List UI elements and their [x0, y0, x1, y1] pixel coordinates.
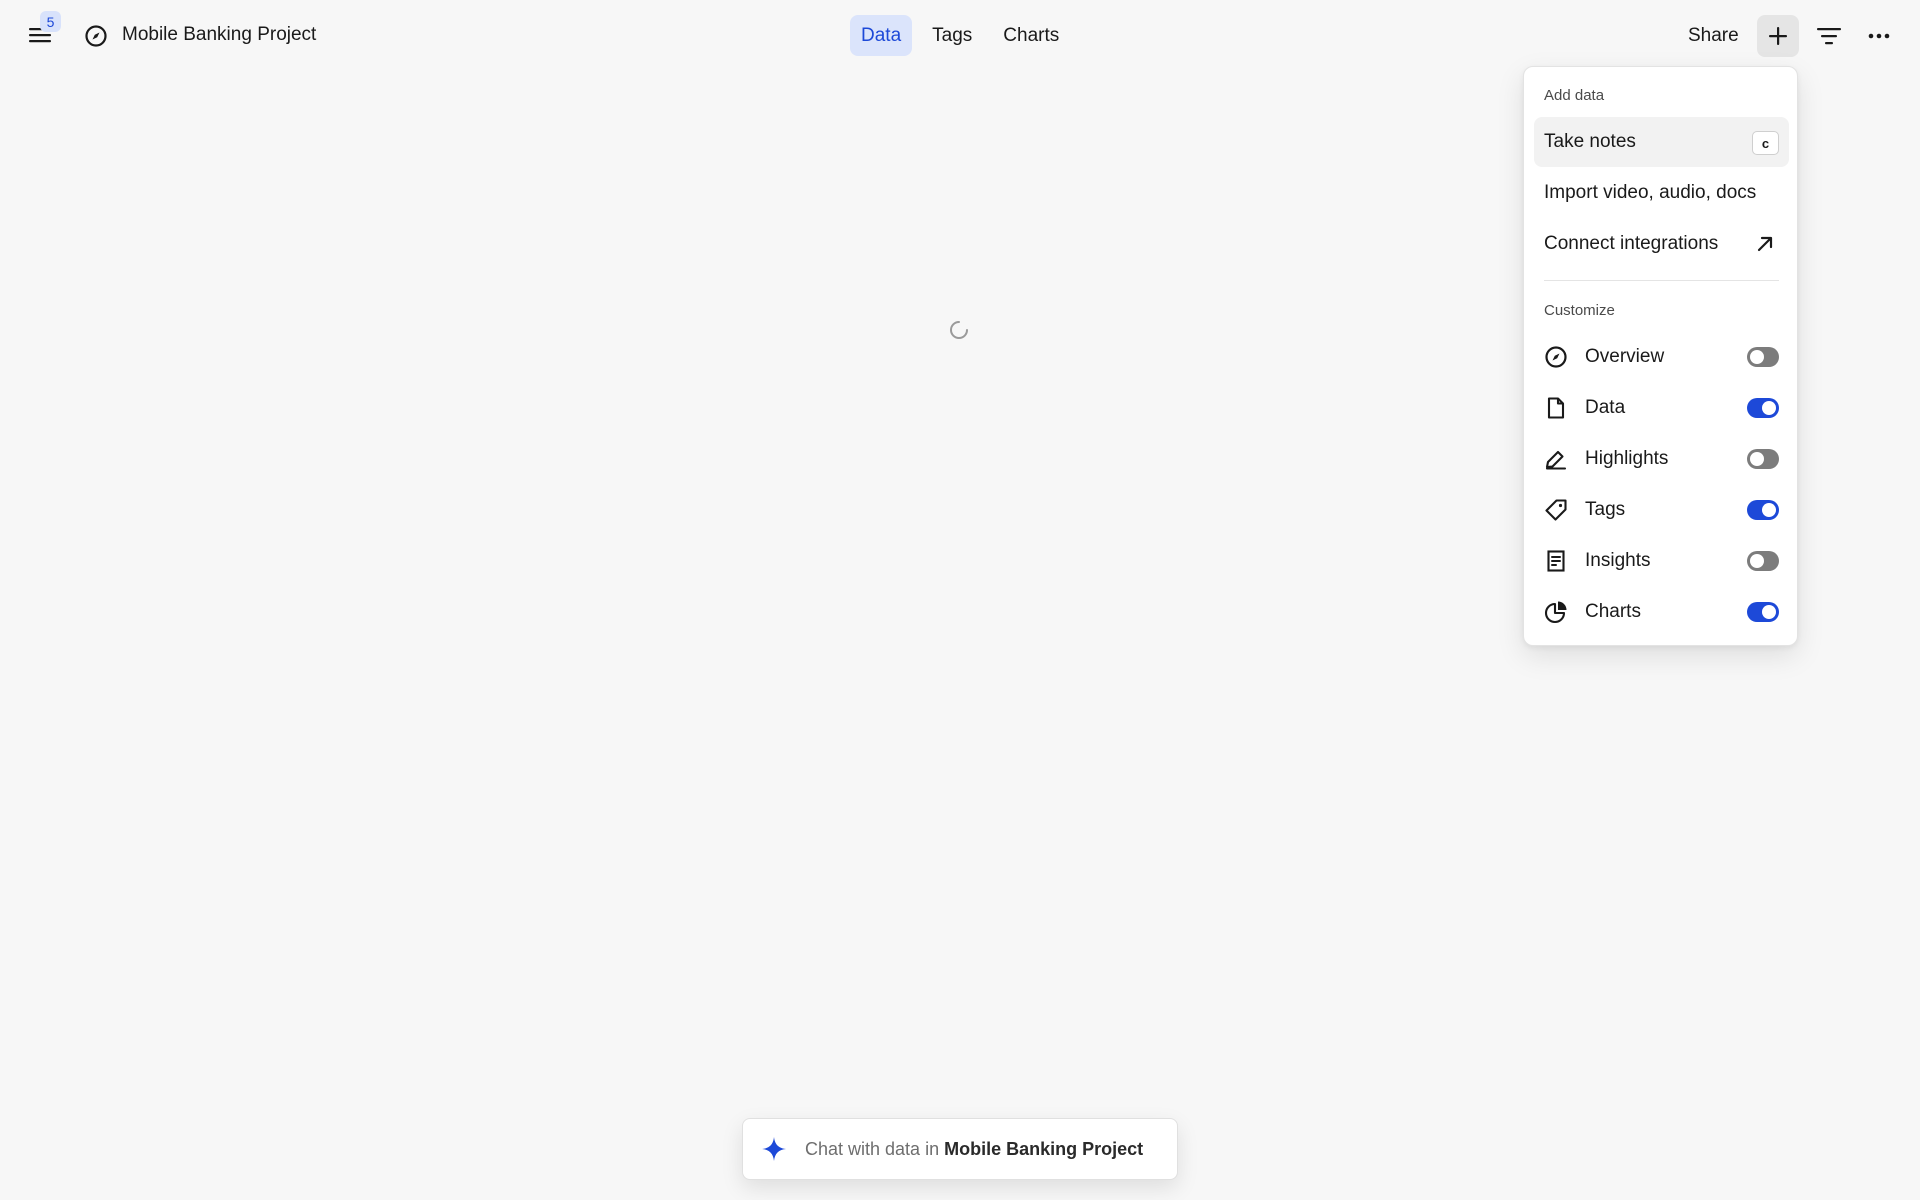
tab-tags[interactable]: Tags — [921, 15, 983, 56]
document-icon — [1544, 396, 1568, 420]
menu-divider — [1544, 280, 1779, 281]
add-data-heading: Add data — [1544, 87, 1605, 104]
charts-toggle[interactable] — [1747, 602, 1779, 622]
menu-item-label: Take notes — [1544, 131, 1636, 152]
customize-label: Overview — [1585, 346, 1665, 367]
data-toggle[interactable] — [1747, 398, 1779, 418]
plus-icon — [1768, 26, 1788, 46]
more-options-button[interactable] — [1858, 15, 1900, 57]
ellipsis-icon — [1868, 33, 1890, 39]
share-button[interactable]: Share — [1676, 15, 1751, 56]
sparkle-icon — [761, 1136, 787, 1162]
filter-button[interactable] — [1808, 15, 1850, 57]
chat-project-name: Mobile Banking Project — [944, 1138, 1144, 1159]
chat-input-bar[interactable]: Chat with data in Mobile Banking Project — [742, 1118, 1178, 1180]
customize-label: Highlights — [1585, 448, 1669, 469]
tab-data[interactable]: Data — [850, 15, 913, 56]
customize-label: Data — [1585, 397, 1626, 418]
overview-toggle[interactable] — [1747, 347, 1779, 367]
customize-insights[interactable]: Insights — [1534, 537, 1789, 585]
customize-highlights[interactable]: Highlights — [1534, 435, 1789, 483]
take-notes-item[interactable]: Take notes c — [1534, 117, 1789, 167]
compass-icon — [84, 24, 108, 48]
connect-integrations-item[interactable]: Connect integrations — [1534, 219, 1789, 269]
shortcut-key: c — [1752, 131, 1779, 155]
highlights-toggle[interactable] — [1747, 449, 1779, 469]
notification-badge: 5 — [40, 11, 61, 32]
add-data-menu: Add data Take notes c Import video, audi… — [1523, 66, 1798, 646]
view-tabs: Data Tags Charts — [850, 15, 1070, 56]
customize-label: Insights — [1585, 550, 1651, 571]
highlighter-icon — [1544, 447, 1568, 471]
tag-icon — [1544, 498, 1568, 522]
import-media-item[interactable]: Import video, audio, docs — [1534, 168, 1789, 218]
menu-item-label: Import video, audio, docs — [1544, 182, 1757, 203]
tags-toggle[interactable] — [1747, 500, 1779, 520]
top-bar: 5 Mobile Banking Project Data Tags Chart… — [0, 0, 1920, 70]
pie-chart-icon — [1544, 600, 1568, 624]
customize-tags[interactable]: Tags — [1534, 486, 1789, 534]
compass-icon — [1544, 345, 1568, 369]
insights-toggle[interactable] — [1747, 551, 1779, 571]
project-title[interactable]: Mobile Banking Project — [122, 22, 316, 48]
loading-spinner-icon — [948, 319, 970, 341]
add-button[interactable] — [1757, 15, 1799, 57]
chat-placeholder: Chat with data in Mobile Banking Project — [805, 1139, 1143, 1160]
customize-charts[interactable]: Charts — [1534, 588, 1789, 636]
arrow-up-right-icon — [1755, 234, 1775, 254]
customize-overview[interactable]: Overview — [1534, 333, 1789, 381]
insight-doc-icon — [1544, 549, 1568, 573]
customize-label: Tags — [1585, 499, 1626, 520]
customize-data[interactable]: Data — [1534, 384, 1789, 432]
customize-label: Charts — [1585, 601, 1641, 622]
filter-icon — [1817, 27, 1841, 45]
chat-prefix: Chat with data in — [805, 1138, 940, 1159]
tab-charts[interactable]: Charts — [992, 15, 1070, 56]
customize-heading: Customize — [1544, 302, 1615, 319]
menu-item-label: Connect integrations — [1544, 233, 1719, 254]
